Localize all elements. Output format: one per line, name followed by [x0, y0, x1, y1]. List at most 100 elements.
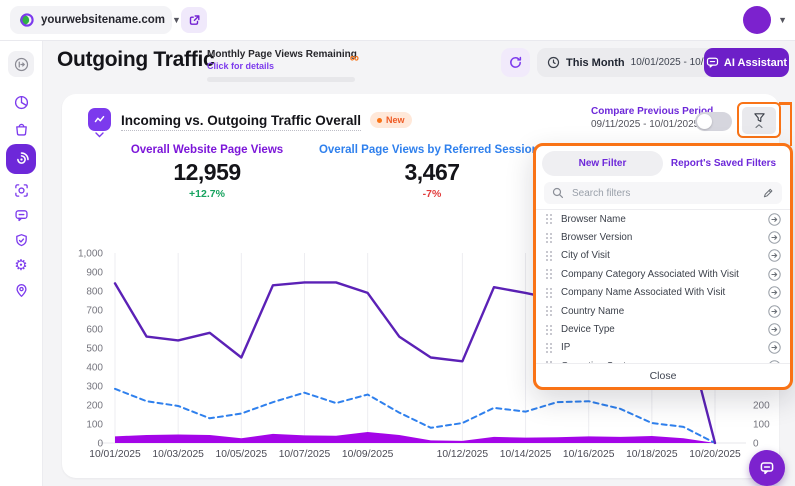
funnel-icon	[753, 112, 766, 124]
filter-item-label: Browser Version	[561, 232, 760, 243]
site-name: yourwebsitename.com	[41, 14, 165, 26]
filter-tabs: New Filter Report's Saved Filters	[542, 151, 784, 176]
svg-text:10/09/2025: 10/09/2025	[342, 449, 394, 460]
arrow-circle-icon[interactable]	[768, 249, 781, 262]
svg-text:600: 600	[86, 325, 103, 336]
chat-icon	[14, 208, 29, 223]
stat-value: 3,467	[312, 159, 552, 186]
gear-icon: ⚙	[14, 258, 27, 273]
arrow-circle-icon[interactable]	[768, 231, 781, 244]
chevron-up-icon	[755, 124, 763, 128]
svg-text:900: 900	[86, 268, 103, 279]
svg-text:10/07/2025: 10/07/2025	[279, 449, 331, 460]
drag-handle-icon[interactable]	[545, 305, 553, 317]
sidebar-collapse-button[interactable]	[8, 51, 34, 77]
filter-item-label: Company Category Associated With Visit	[561, 269, 760, 280]
sidebar-item-traffic[interactable]	[6, 144, 36, 174]
svg-text:10/12/2025: 10/12/2025	[437, 449, 489, 460]
filter-item[interactable]: Browser Name	[536, 210, 790, 228]
search-input[interactable]	[570, 187, 756, 200]
sidebar-item-analytics[interactable]	[8, 89, 34, 115]
filter-item-label: Company Name Associated With Visit	[561, 287, 760, 298]
period-label: This Month	[566, 57, 625, 69]
sidebar-item-privacy[interactable]	[8, 227, 34, 253]
filter-button-highlight	[737, 102, 781, 138]
svg-text:100: 100	[86, 420, 103, 431]
quota-details-link[interactable]: Click for details	[207, 61, 357, 71]
stat-referred-page-views: Overall Page Views by Referred Sessions …	[312, 144, 552, 200]
filter-panel: New Filter Report's Saved Filters Browse…	[533, 143, 793, 390]
arrow-circle-icon[interactable]	[768, 286, 781, 299]
close-button[interactable]: Close	[536, 363, 790, 387]
quota-value: ∞	[350, 50, 359, 65]
chevron-down-icon[interactable]	[95, 132, 104, 138]
compare-toggle[interactable]	[695, 112, 732, 131]
external-link-icon	[188, 14, 201, 27]
badge-dot-icon	[377, 118, 382, 123]
open-site-button[interactable]	[181, 7, 207, 33]
drag-handle-icon[interactable]	[545, 342, 553, 354]
drag-handle-icon[interactable]	[545, 268, 553, 280]
support-chat-button[interactable]	[749, 450, 785, 486]
ai-assistant-label: AI Assistant	[724, 57, 787, 69]
sidebar-item-commerce[interactable]	[8, 116, 34, 142]
tab-new-filter[interactable]: New Filter	[542, 151, 663, 176]
chevron-down-icon[interactable]: ▼	[778, 15, 787, 25]
sidebar-item-location[interactable]	[8, 277, 34, 303]
sidebar: ⚙	[0, 40, 43, 486]
sidebar-item-settings[interactable]: ⚙	[8, 252, 34, 278]
svg-text:400: 400	[86, 363, 103, 374]
drag-handle-icon[interactable]	[545, 287, 553, 299]
filter-item[interactable]: Country Name	[536, 302, 790, 320]
filter-button[interactable]	[742, 107, 776, 134]
page-title: Outgoing Traffic	[57, 48, 214, 72]
arrow-circle-icon[interactable]	[768, 213, 781, 226]
drag-handle-icon[interactable]	[545, 232, 553, 244]
avatar[interactable]	[743, 6, 771, 34]
sidebar-item-chat[interactable]	[8, 202, 34, 228]
eraser-icon[interactable]	[762, 187, 774, 199]
search-icon	[552, 187, 564, 199]
refresh-button[interactable]	[501, 48, 530, 77]
svg-text:10/14/2025: 10/14/2025	[500, 449, 552, 460]
site-logo-icon	[18, 12, 34, 28]
svg-text:1,000: 1,000	[78, 249, 103, 260]
filter-item[interactable]: Company Category Associated With Visit	[536, 265, 790, 283]
filter-search	[544, 182, 782, 204]
highlight-connector	[790, 102, 793, 146]
drag-handle-icon[interactable]	[545, 250, 553, 262]
drag-handle-icon[interactable]	[545, 324, 553, 336]
filter-item[interactable]: IP	[536, 339, 790, 357]
svg-text:10/20/2025: 10/20/2025	[689, 449, 741, 460]
arrow-circle-icon[interactable]	[768, 341, 781, 354]
filter-item[interactable]: Browser Version	[536, 228, 790, 246]
stat-label: Overall Website Page Views	[102, 144, 312, 156]
filter-item[interactable]: Device Type	[536, 320, 790, 338]
svg-text:800: 800	[86, 287, 103, 298]
collapse-icon	[14, 57, 29, 72]
filter-item-label: Browser Name	[561, 214, 760, 225]
filter-item-label: IP	[561, 342, 760, 353]
svg-text:10/05/2025: 10/05/2025	[216, 449, 268, 460]
stat-delta: +12.7%	[102, 188, 312, 200]
filter-item-label: Device Type	[561, 324, 760, 335]
svg-text:0: 0	[753, 439, 759, 450]
site-selector[interactable]: yourwebsitename.com ▼	[10, 6, 172, 34]
svg-text:100: 100	[753, 420, 770, 431]
arrow-circle-icon[interactable]	[768, 268, 781, 281]
filter-item[interactable]: City of Visit	[536, 247, 790, 265]
stat-label: Overall Page Views by Referred Sessions	[312, 144, 552, 156]
arrow-circle-icon[interactable]	[768, 305, 781, 318]
scan-icon	[14, 183, 29, 198]
traffic-icon	[13, 151, 30, 168]
arrow-circle-icon[interactable]	[768, 323, 781, 336]
sidebar-item-scan[interactable]	[8, 177, 34, 203]
quota-widget: Monthly Page Views Remaining Click for d…	[207, 49, 357, 82]
svg-text:500: 500	[86, 344, 103, 355]
drag-handle-icon[interactable]	[545, 213, 553, 225]
filter-item[interactable]: Company Name Associated With Visit	[536, 284, 790, 302]
shield-icon	[14, 233, 29, 248]
ai-chat-icon	[706, 56, 719, 69]
ai-assistant-button[interactable]: AI Assistant	[704, 48, 789, 77]
tab-saved-filters[interactable]: Report's Saved Filters	[663, 151, 784, 176]
